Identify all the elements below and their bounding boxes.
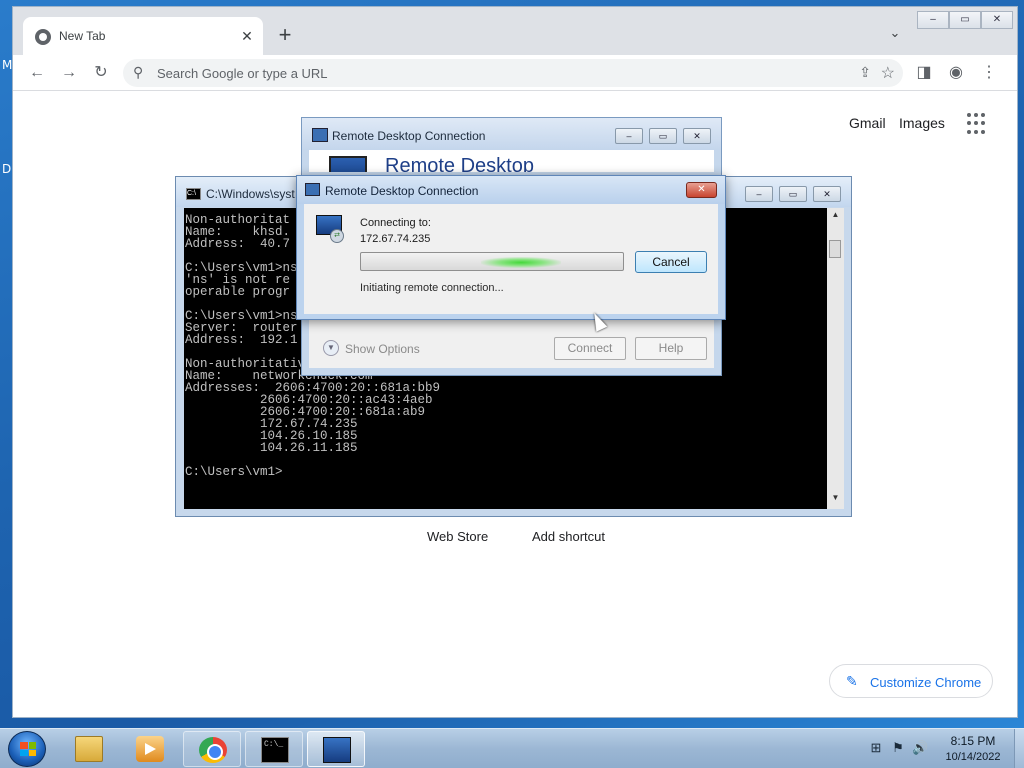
back-arrow-icon[interactable]: ← xyxy=(25,61,49,85)
shortcut-web-store[interactable]: Web Store xyxy=(427,529,488,544)
scroll-down-arrow-icon[interactable]: ▼ xyxy=(827,493,844,507)
remote-desktop-icon xyxy=(323,737,351,763)
cmd-icon: C:\ xyxy=(186,188,201,200)
cmd-window-controls: – ▭ ✕ xyxy=(745,186,841,202)
volume-icon[interactable]: 🔊 xyxy=(912,740,928,756)
remote-computer-icon: ⇄ xyxy=(316,215,346,243)
bookmark-star-icon[interactable]: ☆ xyxy=(881,63,895,83)
target-ip-address: 172.67.74.235 xyxy=(360,233,431,245)
minimize-button[interactable]: – xyxy=(917,11,949,29)
customize-chrome-label: Customize Chrome xyxy=(870,675,982,690)
close-button[interactable]: ✕ xyxy=(981,11,1013,29)
scroll-up-arrow-icon[interactable]: ▲ xyxy=(827,210,844,224)
rdc-dialog-close-button[interactable]: ✕ xyxy=(686,182,717,198)
desktop-icon-label-fragment: M xyxy=(2,58,13,72)
rdc-main-maximize-button[interactable]: ▭ xyxy=(649,128,677,144)
action-center-flag-icon[interactable]: ⚑ xyxy=(890,740,906,756)
browser-toolbar: ← → ↻ ⚲ Search Google or type a URL ⇪ ☆ … xyxy=(13,55,1017,91)
network-icon[interactable]: ⊞ xyxy=(868,740,884,756)
chrome-icon xyxy=(199,737,227,763)
show-options-chevron-icon[interactable]: ▼ xyxy=(323,340,339,356)
tab-search-dropdown-icon[interactable]: ⌄ xyxy=(885,25,905,45)
tab-close-icon[interactable]: ✕ xyxy=(237,26,257,46)
desktop-icon-label-fragment: D xyxy=(2,162,12,176)
share-icon[interactable]: ⇪ xyxy=(859,64,871,81)
rdc-main-minimize-button[interactable]: – xyxy=(615,128,643,144)
start-button[interactable] xyxy=(8,731,46,767)
progress-marquee xyxy=(481,257,561,268)
clock-date[interactable]: 10/14/2022 xyxy=(940,751,1006,763)
pencil-icon: ✎ xyxy=(846,673,858,689)
cmd-icon: C:\_ xyxy=(261,737,289,763)
rdc-main-footer: ▼ Show Options Connect Help xyxy=(309,318,714,368)
images-link[interactable]: Images xyxy=(899,115,945,131)
taskbar: C:\_ ⊞ ⚑ 🔊 8:15 PM 10/14/2022 xyxy=(0,728,1024,768)
rdc-dialog-titlebar[interactable]: Remote Desktop Connection ✕ xyxy=(297,176,725,204)
rdc-dialog-body: ⇄ Connecting to: 172.67.74.235 Cancel In… xyxy=(304,204,718,314)
search-icon: ⚲ xyxy=(133,64,144,80)
taskbar-app-cmd[interactable]: C:\_ xyxy=(245,731,303,767)
taskbar-app-explorer[interactable] xyxy=(60,731,118,767)
folder-icon xyxy=(75,736,103,762)
system-tray: ⊞ ⚑ 🔊 8:15 PM 10/14/2022 xyxy=(844,729,1024,768)
tab-new-tab[interactable]: New Tab ✕ xyxy=(23,17,263,55)
chrome-menu-icon[interactable]: ⋮ xyxy=(977,61,1001,85)
tab-title: New Tab xyxy=(59,29,106,43)
help-button[interactable]: Help xyxy=(635,337,707,360)
media-player-icon xyxy=(136,736,164,762)
omnibox[interactable]: ⚲ Search Google or type a URL ⇪ ☆ xyxy=(123,59,903,87)
google-apps-icon[interactable] xyxy=(967,113,989,135)
omnibox-placeholder[interactable]: Search Google or type a URL xyxy=(157,66,328,81)
remote-desktop-connecting-dialog: Remote Desktop Connection ✕ ⇄ Connecting… xyxy=(296,175,726,320)
cmd-title: C:\Windows\syst xyxy=(206,187,295,201)
taskbar-app-chrome[interactable] xyxy=(183,731,241,767)
chrome-favicon-icon xyxy=(35,29,51,45)
rdc-main-window-controls: – ▭ ✕ xyxy=(615,128,711,144)
rdc-banner: Remote Desktop xyxy=(309,150,714,172)
remote-desktop-banner-icon xyxy=(329,156,367,172)
windows-logo-icon xyxy=(20,742,36,756)
forward-arrow-icon[interactable]: → xyxy=(57,61,81,85)
remote-desktop-icon xyxy=(312,128,328,142)
profile-avatar-icon[interactable]: ◉ xyxy=(944,61,968,85)
connect-button[interactable]: Connect xyxy=(554,337,626,360)
side-panel-icon[interactable]: ◨ xyxy=(912,61,936,85)
reload-icon[interactable]: ↻ xyxy=(89,61,113,85)
window-controls: – ▭ ✕ xyxy=(917,11,1013,31)
gmail-link[interactable]: Gmail xyxy=(849,115,886,131)
connection-progress-bar xyxy=(360,252,624,271)
taskbar-app-remote-desktop[interactable] xyxy=(307,731,365,767)
cmd-maximize-button[interactable]: ▭ xyxy=(779,186,807,202)
maximize-button[interactable]: ▭ xyxy=(949,11,981,29)
rdc-main-title: Remote Desktop Connection xyxy=(332,129,486,143)
new-tab-button[interactable]: + xyxy=(271,22,299,50)
cmd-minimize-button[interactable]: – xyxy=(745,186,773,202)
taskbar-app-media-player[interactable] xyxy=(121,731,179,767)
clock-time[interactable]: 8:15 PM xyxy=(940,734,1006,748)
cmd-close-button[interactable]: ✕ xyxy=(813,186,841,202)
rdc-banner-title: Remote Desktop xyxy=(385,155,534,172)
show-desktop-button[interactable] xyxy=(1014,729,1024,768)
show-options-link[interactable]: Show Options xyxy=(345,342,420,356)
connection-status-text: Initiating remote connection... xyxy=(360,282,504,294)
shortcut-add[interactable]: Add shortcut xyxy=(532,529,605,544)
scroll-thumb[interactable] xyxy=(829,240,841,258)
rdc-dialog-title: Remote Desktop Connection xyxy=(325,184,479,198)
customize-chrome-button[interactable]: ✎ Customize Chrome xyxy=(829,664,993,698)
tab-strip: New Tab ✕ + ⌄ – ▭ ✕ xyxy=(13,7,1017,55)
cancel-button[interactable]: Cancel xyxy=(635,251,707,273)
rdc-main-titlebar[interactable]: Remote Desktop Connection – ▭ ✕ xyxy=(302,118,721,150)
cmd-scrollbar[interactable]: ▲ ▼ xyxy=(827,208,844,509)
rdc-main-close-button[interactable]: ✕ xyxy=(683,128,711,144)
connecting-to-label: Connecting to: xyxy=(360,217,431,229)
remote-desktop-icon xyxy=(305,183,320,196)
